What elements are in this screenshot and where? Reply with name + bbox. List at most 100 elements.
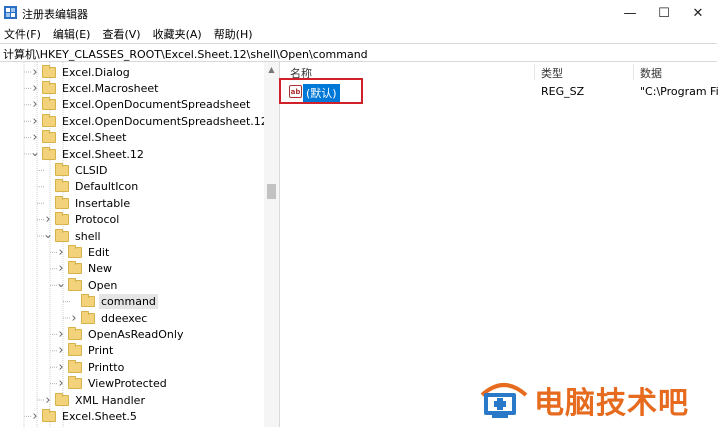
tree-item[interactable]: › Excel.Sheet.5 bbox=[30, 408, 139, 424]
watermark: 电脑技术吧 bbox=[478, 376, 718, 424]
folder-icon bbox=[42, 130, 56, 144]
folder-icon bbox=[81, 294, 95, 308]
tree-item[interactable]: › Excel.Dialog bbox=[30, 64, 132, 80]
tree-item[interactable]: › ViewProtected bbox=[56, 376, 169, 392]
tree-expander-empty bbox=[43, 179, 53, 195]
tree-item-label: New bbox=[88, 262, 112, 276]
tree-item-label: ViewProtected bbox=[88, 377, 167, 391]
chevron-right-icon[interactable]: › bbox=[56, 359, 66, 375]
folder-icon bbox=[42, 80, 56, 94]
tree-item[interactable]: › Print bbox=[56, 343, 115, 359]
tree-item-label: Edit bbox=[88, 245, 110, 259]
tree-item-label: OpenAsReadOnly bbox=[88, 327, 184, 341]
column-header-data[interactable]: 数据 bbox=[640, 65, 662, 81]
chevron-right-icon[interactable]: › bbox=[56, 244, 66, 260]
tree-item-label: CLSID bbox=[75, 163, 108, 177]
tree-item-label: Protocol bbox=[75, 213, 120, 227]
tree-item[interactable]: ⌄ shell bbox=[43, 226, 103, 244]
folder-icon bbox=[55, 179, 69, 193]
tree-item[interactable]: Insertable bbox=[43, 195, 132, 211]
tree-item[interactable]: ⌄ Open bbox=[56, 275, 119, 293]
tree-item-label: Open bbox=[88, 278, 118, 292]
tree-item-label: Printto bbox=[88, 360, 125, 374]
tree-item[interactable]: › Excel.Sheet bbox=[30, 130, 128, 146]
folder-icon bbox=[55, 162, 69, 176]
menu-bar: 文件(F) 编辑(E) 查看(V) 收藏夹(A) 帮助(H) bbox=[0, 26, 719, 43]
tree-vertical-scrollbar[interactable]: ▲ bbox=[264, 62, 279, 427]
key-tree-pane: › Excel.Dialog › Excel.Macrosheet › Excel.Ope… bbox=[0, 62, 280, 427]
chevron-right-icon[interactable]: › bbox=[30, 64, 40, 80]
tree-item-label: Excel.OpenDocumentSpreadsheet bbox=[62, 98, 251, 112]
column-divider[interactable] bbox=[534, 64, 535, 80]
watermark-text: 电脑技术吧 bbox=[534, 386, 689, 421]
tree-item[interactable]: › Protocol bbox=[43, 212, 121, 228]
tree-item-label: ddeexec bbox=[101, 311, 148, 325]
tree-item[interactable]: › Excel.OpenDocumentSpreadsheet bbox=[30, 97, 252, 113]
close-button[interactable]: ✕ bbox=[675, 0, 719, 26]
title-bar: 注册表编辑器 — ☐ ✕ bbox=[0, 0, 719, 26]
tree-item[interactable]: › XML Handler bbox=[43, 392, 147, 408]
tree-item[interactable]: › Printto bbox=[56, 359, 126, 375]
chevron-right-icon[interactable]: › bbox=[30, 113, 40, 129]
tree-item-label: Excel.Dialog bbox=[62, 65, 130, 79]
tree-item-label: Excel.Sheet bbox=[62, 131, 127, 145]
tree-item-label: DefaultIcon bbox=[75, 180, 139, 194]
folder-icon bbox=[42, 408, 56, 422]
chevron-down-icon[interactable]: ⌄ bbox=[30, 144, 40, 160]
tree-item-label: XML Handler bbox=[75, 393, 145, 407]
chevron-down-icon[interactable]: ⌄ bbox=[56, 275, 66, 291]
tree-item-label: Print bbox=[88, 344, 114, 358]
menu-favorites[interactable]: 收藏夹(A) bbox=[147, 26, 208, 43]
menu-edit[interactable]: 编辑(E) bbox=[47, 26, 97, 43]
chevron-right-icon[interactable]: › bbox=[69, 310, 79, 326]
address-path[interactable]: 计算机\HKEY_CLASSES_ROOT\Excel.Sheet.12\she… bbox=[3, 46, 368, 62]
folder-icon bbox=[42, 97, 56, 111]
close-icon: ✕ bbox=[692, 5, 704, 21]
tree-item[interactable]: › ddeexec bbox=[69, 310, 149, 326]
address-bar[interactable]: 计算机\HKEY_CLASSES_ROOT\Excel.Sheet.12\she… bbox=[0, 43, 717, 62]
scroll-up-arrow-icon[interactable]: ▲ bbox=[264, 62, 279, 77]
chevron-right-icon[interactable]: › bbox=[30, 80, 40, 96]
chevron-right-icon[interactable]: › bbox=[56, 326, 66, 342]
menu-view[interactable]: 查看(V) bbox=[96, 26, 146, 43]
folder-icon bbox=[68, 244, 82, 258]
tree-item[interactable]: CLSID bbox=[43, 162, 110, 178]
values-list-pane: 名称 类型 数据 ab (默认) REG_SZ "C:\Program File… bbox=[284, 62, 719, 427]
value-type: REG_SZ bbox=[541, 85, 585, 98]
tree-item[interactable]: DefaultIcon bbox=[43, 179, 140, 195]
column-header-type[interactable]: 类型 bbox=[541, 65, 563, 81]
tree-item[interactable]: › Edit bbox=[56, 244, 111, 260]
chevron-down-icon[interactable]: ⌄ bbox=[43, 226, 53, 242]
menu-file[interactable]: 文件(F) bbox=[0, 26, 47, 43]
scrollbar-thumb[interactable] bbox=[267, 184, 276, 199]
folder-icon bbox=[68, 376, 82, 390]
minimize-icon: — bbox=[623, 5, 637, 21]
value-data: "C:\Program Files bbox=[640, 85, 719, 98]
chevron-right-icon[interactable]: › bbox=[43, 392, 53, 408]
folder-icon bbox=[68, 326, 82, 340]
maximize-icon: ☐ bbox=[658, 5, 670, 21]
highlight-annotation-box bbox=[279, 78, 363, 104]
chevron-right-icon[interactable]: › bbox=[56, 376, 66, 392]
folder-icon bbox=[68, 261, 82, 275]
folder-icon bbox=[68, 359, 82, 373]
monitor-logo-icon bbox=[480, 383, 528, 418]
menu-help[interactable]: 帮助(H) bbox=[208, 26, 259, 43]
chevron-right-icon[interactable]: › bbox=[30, 408, 40, 424]
folder-icon bbox=[68, 343, 82, 357]
tree-item[interactable]: ⌄ Excel.Sheet.12 bbox=[30, 144, 146, 162]
chevron-right-icon[interactable]: › bbox=[56, 343, 66, 359]
tree-item-label: Excel.OpenDocumentSpreadsheet.12 bbox=[62, 114, 268, 128]
tree-item[interactable]: command bbox=[69, 294, 158, 310]
tree-item[interactable]: › Excel.OpenDocumentSpreadsheet.12 bbox=[30, 113, 270, 129]
folder-icon bbox=[42, 146, 56, 160]
tree-item[interactable]: › OpenAsReadOnly bbox=[56, 326, 185, 342]
column-divider[interactable] bbox=[633, 64, 634, 80]
folder-icon bbox=[81, 310, 95, 324]
chevron-right-icon[interactable]: › bbox=[30, 97, 40, 113]
tree-item[interactable]: › Excel.Macrosheet bbox=[30, 80, 160, 96]
folder-icon bbox=[68, 277, 82, 291]
folder-icon bbox=[55, 212, 69, 226]
folder-icon bbox=[42, 113, 56, 127]
tree-expander-empty bbox=[43, 195, 53, 211]
